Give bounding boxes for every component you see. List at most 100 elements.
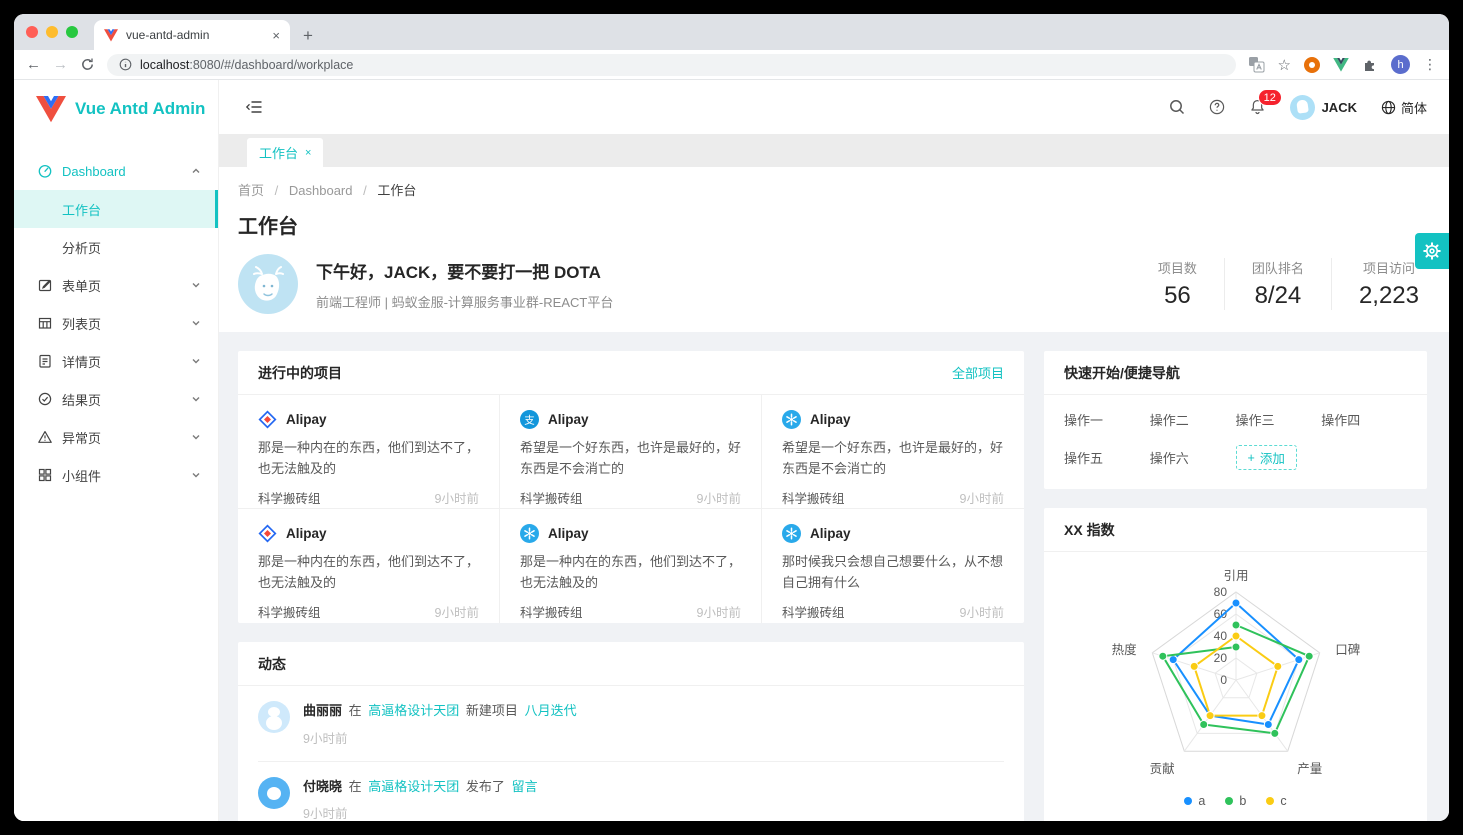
language-label: 简体 <box>1401 98 1427 117</box>
project-card[interactable]: 支 Alipay 希望是一个好东西，也许是最好的，好东西是不会消亡的 科学搬砖组… <box>500 395 762 509</box>
extensions-puzzle-icon[interactable] <box>1362 57 1378 73</box>
svg-text:引用: 引用 <box>1223 569 1248 583</box>
chart-legend: a b c <box>1044 794 1427 808</box>
menu-fold-icon[interactable] <box>245 98 263 116</box>
plus-icon: + <box>1248 451 1255 465</box>
help-icon[interactable] <box>1209 99 1225 115</box>
quick-link[interactable]: 操作五 <box>1064 448 1150 467</box>
svg-text:80: 80 <box>1214 585 1228 599</box>
chevron-down-icon <box>191 318 201 328</box>
vue-devtools-icon[interactable] <box>1333 58 1349 72</box>
quick-link[interactable]: 操作二 <box>1150 410 1236 429</box>
project-group-link[interactable]: 科学搬砖组 <box>258 488 321 507</box>
role-text: 前端工程师 | 蚂蚁金服-计算服务事业群-REACT平台 <box>316 292 613 311</box>
sidebar-item-details[interactable]: 详情页 <box>14 342 218 380</box>
project-group-link[interactable]: 科学搬砖组 <box>782 488 845 507</box>
activity-item: 曲丽丽 在 高逼格设计天团 新建项目 八月迭代 9小时前 <box>258 686 1004 762</box>
breadcrumb-home[interactable]: 首页 <box>238 183 264 198</box>
legend-dot <box>1225 797 1233 805</box>
sidebar: Vue Antd Admin Dashboard 工作台 分析页 <box>14 80 219 821</box>
all-projects-link[interactable]: 全部项目 <box>952 363 1004 382</box>
add-button[interactable]: + 添加 <box>1236 445 1297 470</box>
project-group-link[interactable]: 科学搬砖组 <box>520 488 583 507</box>
sidebar-item-forms[interactable]: 表单页 <box>14 266 218 304</box>
page-tab-workplace[interactable]: 工作台 × <box>247 138 323 167</box>
svg-text:20: 20 <box>1214 651 1228 665</box>
forward-icon[interactable]: → <box>53 57 68 72</box>
form-icon <box>38 278 52 292</box>
browser-toolbar: ← → localhost:8080/#/dashboard/workplace… <box>14 50 1449 80</box>
language-switcher[interactable]: 简体 <box>1381 98 1427 117</box>
dashboard-icon <box>38 164 52 178</box>
settings-drawer-button[interactable] <box>1415 233 1449 269</box>
user-menu[interactable]: JACK <box>1290 95 1357 120</box>
svg-text:贡献: 贡献 <box>1150 761 1175 776</box>
app-logo[interactable]: Vue Antd Admin <box>14 80 218 138</box>
legend-item-b[interactable]: b <box>1225 794 1246 808</box>
sidebar-item-widgets[interactable]: 小组件 <box>14 456 218 494</box>
notifications-bell[interactable]: 12 <box>1249 98 1266 116</box>
project-group-link[interactable]: 科学搬砖组 <box>782 602 845 621</box>
legend-item-c[interactable]: c <box>1266 794 1286 808</box>
tab-close-icon[interactable]: × <box>305 147 311 159</box>
minimize-window-button[interactable] <box>46 26 58 38</box>
quick-link[interactable]: 操作六 <box>1150 448 1236 467</box>
reload-icon[interactable] <box>80 57 95 72</box>
search-icon[interactable] <box>1169 99 1185 115</box>
app-header: 12 JACK 简体 <box>219 80 1449 134</box>
activity-card: 动态 曲丽丽 在 高逼格设计天团 新建项目 <box>238 642 1024 821</box>
project-card[interactable]: Alipay 那是一种内在的东西，他们到达不了，也无法触及的 科学搬砖组 9小时… <box>238 509 500 623</box>
browser-tab-title: vue-antd-admin <box>126 28 264 42</box>
legend-item-a[interactable]: a <box>1184 794 1205 808</box>
chrome-menu-icon[interactable]: ⋮ <box>1423 56 1437 73</box>
quick-link[interactable]: 操作三 <box>1236 410 1322 429</box>
project-card[interactable]: Alipay 希望是一个好东西，也许是最好的，好东西是不会消亡的 科学搬砖组 9… <box>762 395 1024 509</box>
sidebar-item-workplace[interactable]: 工作台 <box>14 190 218 228</box>
new-tab-button[interactable]: + <box>294 22 322 50</box>
extension-orange-icon[interactable] <box>1304 57 1320 73</box>
activity-target-link[interactable]: 八月迭代 <box>525 703 577 718</box>
sidebar-item-exceptions[interactable]: 异常页 <box>14 418 218 456</box>
activity-avatar <box>258 777 290 809</box>
svg-text:热度: 热度 <box>1112 642 1138 657</box>
activity-user[interactable]: 付晓晓 <box>303 779 342 794</box>
quick-link[interactable]: 操作四 <box>1321 410 1407 429</box>
chrome-profile-avatar[interactable]: h <box>1391 55 1410 74</box>
project-card[interactable]: Alipay 那是一种内在的东西，他们到达不了，也无法触及的 科学搬砖组 9小时… <box>238 395 500 509</box>
url-path: :8080/#/dashboard/workplace <box>189 58 353 72</box>
bookmark-star-icon[interactable]: ☆ <box>1278 56 1291 74</box>
stat-team-rank: 团队排名 8/24 <box>1224 258 1331 310</box>
back-icon[interactable]: ← <box>26 57 41 72</box>
activity-team-link[interactable]: 高逼格设计天团 <box>368 703 459 718</box>
project-card[interactable]: Alipay 那时候我只会想自己想要什么，从不想自己拥有什么 科学搬砖组 9小时… <box>762 509 1024 623</box>
address-bar[interactable]: localhost:8080/#/dashboard/workplace <box>107 54 1236 76</box>
sidebar-item-results[interactable]: 结果页 <box>14 380 218 418</box>
close-window-button[interactable] <box>26 26 38 38</box>
project-group-link[interactable]: 科学搬砖组 <box>258 602 321 621</box>
svg-text:0: 0 <box>1220 673 1227 687</box>
profile-icon <box>38 354 52 368</box>
site-info-icon[interactable] <box>119 58 132 71</box>
activity-team-link[interactable]: 高逼格设计天团 <box>368 779 459 794</box>
sidebar-item-analysis[interactable]: 分析页 <box>14 228 218 266</box>
stat-visits: 项目访问 2,223 <box>1331 258 1425 310</box>
project-group-link[interactable]: 科学搬砖组 <box>520 602 583 621</box>
activity-title: 动态 <box>258 654 286 674</box>
activity-target-link[interactable]: 留言 <box>512 779 538 794</box>
activity-time: 9小时前 <box>303 728 580 747</box>
radar-chart: 806040200引用口碑产量贡献热度 abc <box>1044 552 1427 808</box>
translate-icon[interactable] <box>1248 56 1265 73</box>
quick-link[interactable]: 操作一 <box>1064 410 1150 429</box>
activity-user[interactable]: 曲丽丽 <box>303 703 342 718</box>
chevron-down-icon <box>191 432 201 442</box>
atom-flower-icon <box>520 524 539 543</box>
browser-tab[interactable]: vue-antd-admin × <box>94 20 290 50</box>
deer-avatar <box>238 254 298 314</box>
sidebar-item-dashboard[interactable]: Dashboard <box>14 152 218 190</box>
project-card[interactable]: Alipay 那是一种内在的东西，他们到达不了，也无法触及的 科学搬砖组 9小时… <box>500 509 762 623</box>
tab-close-icon[interactable]: × <box>272 28 280 43</box>
fullscreen-window-button[interactable] <box>66 26 78 38</box>
breadcrumb-dashboard[interactable]: Dashboard <box>289 183 353 198</box>
breadcrumb: 首页 / Dashboard / 工作台 <box>238 180 1425 199</box>
sidebar-item-lists[interactable]: 列表页 <box>14 304 218 342</box>
